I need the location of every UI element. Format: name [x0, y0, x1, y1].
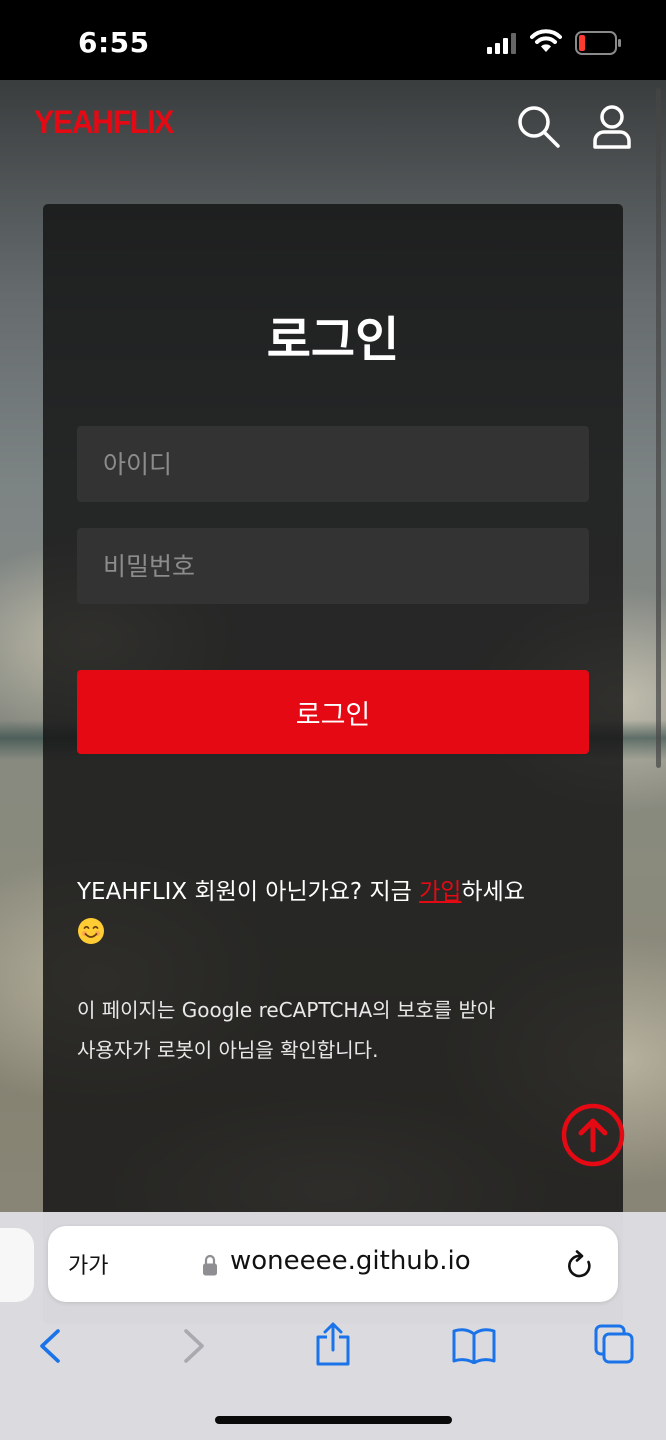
password-input[interactable] — [77, 528, 589, 604]
user-icon[interactable] — [592, 104, 632, 150]
recaptcha-line-1: 이 페이지는 Google reCAPTCHA의 보호를 받아 — [77, 998, 496, 1022]
browser-toolbar: 가가 woneeee.github.io — [0, 1212, 666, 1440]
yeahflix-logo[interactable]: YEAHFLIX — [34, 104, 174, 141]
scroll-to-top-button[interactable] — [560, 1102, 626, 1168]
home-indicator[interactable] — [215, 1416, 452, 1424]
recaptcha-line-2: 사용자가 로봇이 아님을 확인합니다. — [77, 1038, 379, 1062]
previous-tab-preview[interactable] — [0, 1228, 34, 1302]
scrollbar[interactable] — [656, 88, 661, 768]
battery-low-icon — [575, 31, 621, 55]
signup-suffix: 하세요 — [461, 879, 525, 905]
login-card: 로그인 로그인 YEAHFLIX 회원이 아닌가요? 지금 가입하세요 이 페이… — [43, 204, 623, 1324]
smiling-face-icon — [78, 918, 104, 944]
login-title: 로그인 — [266, 312, 400, 368]
search-icon[interactable] — [516, 104, 562, 150]
text-size-button[interactable]: 가가 — [68, 1248, 108, 1280]
signup-prefix: YEAHFLIX 회원이 아닌가요? 지금 — [77, 879, 420, 905]
url-text[interactable]: woneeee.github.io — [230, 1246, 471, 1276]
id-input[interactable] — [77, 426, 589, 502]
reload-icon[interactable] — [566, 1250, 594, 1280]
bookmarks-icon[interactable] — [452, 1326, 496, 1364]
cellular-signal-icon — [487, 33, 516, 54]
status-time: 6:55 — [78, 26, 150, 59]
status-bar: 6:55 — [0, 0, 666, 80]
recaptcha-notice: 이 페이지는 Google reCAPTCHA의 보호를 받아 사용자가 로봇이… — [77, 990, 547, 1070]
signup-text: YEAHFLIX 회원이 아닌가요? 지금 가입하세요 — [77, 872, 589, 952]
forward-icon[interactable] — [180, 1328, 208, 1364]
site-header: YEAHFLIX — [0, 80, 666, 176]
login-button[interactable]: 로그인 — [77, 670, 589, 754]
share-icon[interactable] — [314, 1322, 352, 1366]
tabs-icon[interactable] — [594, 1324, 634, 1364]
lock-icon — [203, 1254, 217, 1276]
wifi-icon — [530, 29, 562, 52]
signup-link[interactable]: 가입 — [419, 879, 461, 905]
back-icon[interactable] — [36, 1328, 64, 1364]
address-bar[interactable]: 가가 woneeee.github.io — [48, 1226, 618, 1302]
